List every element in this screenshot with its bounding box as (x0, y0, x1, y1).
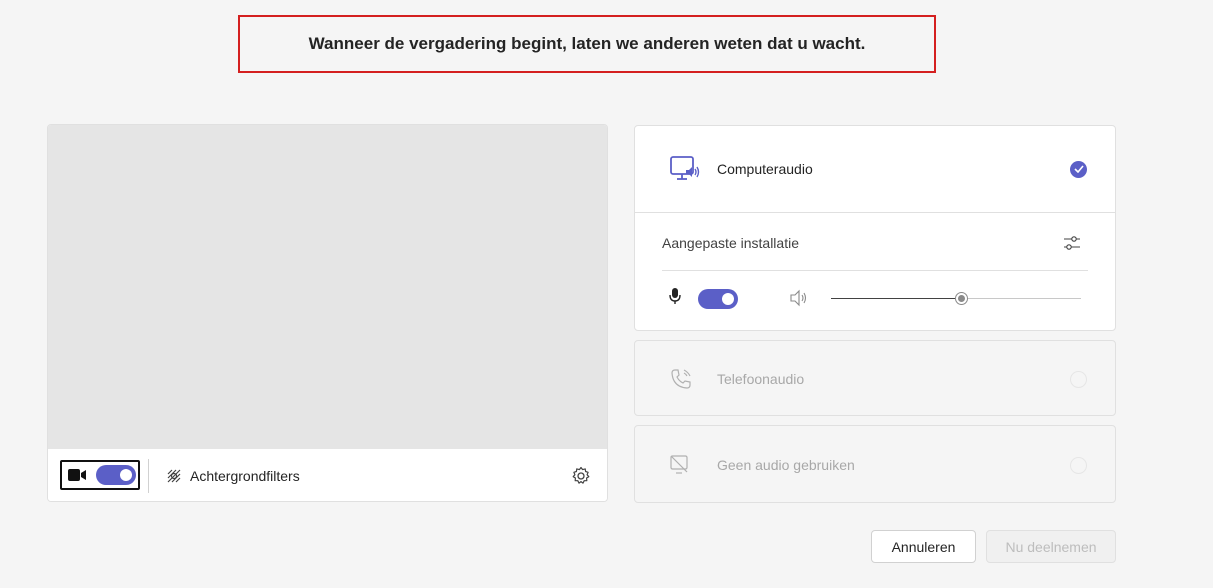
volume-slider-thumb[interactable] (955, 292, 968, 305)
cancel-button[interactable]: Annuleren (871, 530, 976, 563)
speaker-icon (790, 289, 807, 307)
computer-audio-card: Computeraudio Aangepaste installatie (634, 125, 1116, 331)
no-audio-option[interactable]: Geen audio gebruiken (635, 426, 1115, 504)
volume-slider-fill (831, 298, 961, 299)
video-preview-area (48, 125, 607, 449)
camera-icon (68, 469, 86, 481)
phone-audio-radio[interactable] (1070, 370, 1087, 388)
computer-audio-option[interactable]: Computeraudio (635, 126, 1115, 212)
no-audio-card[interactable]: Geen audio gebruiken (634, 425, 1116, 503)
microphone-toggle[interactable] (698, 289, 738, 309)
background-effects-icon (167, 469, 181, 483)
selected-check-icon (1070, 160, 1087, 178)
no-audio-label: Geen audio gebruiken (717, 457, 855, 473)
phone-audio-card[interactable]: Telefoonaudio (634, 340, 1116, 416)
sliders-icon[interactable] (1063, 235, 1081, 251)
custom-setup-divider (662, 270, 1088, 271)
computer-speaker-icon (670, 156, 700, 180)
microphone-icon (669, 288, 681, 304)
no-audio-radio[interactable] (1070, 456, 1087, 474)
preview-toolbar: Achtergrondfilters (48, 449, 607, 501)
gear-icon[interactable] (571, 466, 591, 486)
camera-toggle[interactable] (96, 465, 136, 485)
no-audio-icon (670, 455, 688, 474)
toolbar-divider (148, 459, 149, 493)
computer-audio-label: Computeraudio (717, 161, 813, 177)
camera-toggle-group[interactable] (60, 460, 140, 490)
phone-audio-option[interactable]: Telefoonaudio (635, 341, 1115, 417)
background-filters-label: Achtergrondfilters (190, 468, 300, 484)
phone-icon (671, 369, 691, 389)
banner-text: Wanneer de vergadering begint, laten we … (308, 34, 866, 53)
custom-setup-title: Aangepaste installatie (662, 235, 799, 251)
background-filters-button[interactable]: Achtergrondfilters (166, 449, 300, 501)
info-banner: Wanneer de vergadering begint, laten we … (238, 15, 936, 73)
video-preview-panel: Achtergrondfilters (47, 124, 608, 502)
phone-audio-label: Telefoonaudio (717, 371, 805, 387)
join-now-button[interactable]: Nu deelnemen (986, 530, 1116, 563)
custom-setup-section: Aangepaste installatie (635, 212, 1115, 330)
